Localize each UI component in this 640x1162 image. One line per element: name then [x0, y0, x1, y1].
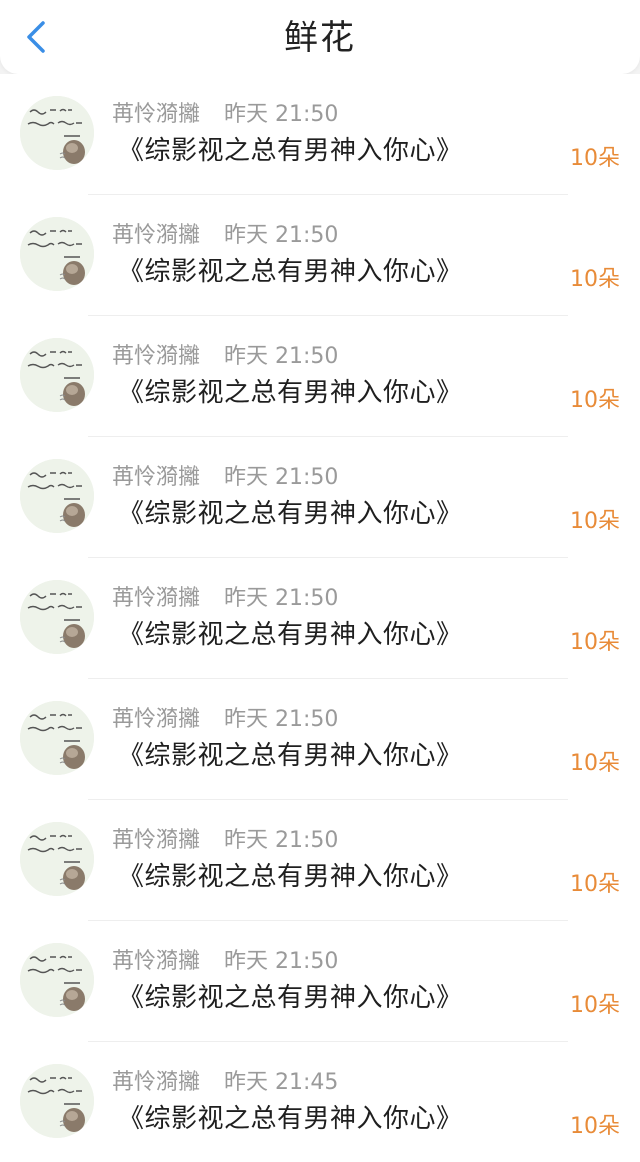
flower-count: 10朵 — [570, 388, 620, 413]
username: 苒怜漪攡 — [112, 828, 201, 853]
flower-record-list[interactable]: 苒怜漪攡 昨天 21:50 《综影视之总有男神入你心》 10朵 苒怜漪攡 昨天 … — [0, 74, 640, 1162]
top-bar: 鲜花 — [0, 0, 640, 74]
flower-count: 10朵 — [570, 267, 620, 292]
book-title[interactable]: 《综影视之总有男神入你心》 — [118, 493, 463, 530]
flower-count: 10朵 — [570, 630, 620, 655]
flower-count: 10朵 — [570, 993, 620, 1018]
avatar[interactable] — [20, 338, 94, 412]
timestamp: 昨天 21:50 — [224, 223, 339, 248]
timestamp: 昨天 21:50 — [224, 828, 339, 853]
book-title[interactable]: 《综影视之总有男神入你心》 — [118, 614, 463, 651]
avatar[interactable] — [20, 701, 94, 775]
list-item[interactable]: 苒怜漪攡 昨天 21:50 《综影视之总有男神入你心》 10朵 — [0, 679, 640, 800]
book-title[interactable]: 《综影视之总有男神入你心》 — [118, 977, 463, 1014]
flower-count: 10朵 — [570, 751, 620, 776]
flower-count: 10朵 — [570, 872, 620, 897]
avatar[interactable] — [20, 1064, 94, 1138]
timestamp: 昨天 21:50 — [224, 707, 339, 732]
list-item[interactable]: 苒怜漪攡 昨天 21:50 《综影视之总有男神入你心》 10朵 — [0, 558, 640, 679]
book-title[interactable]: 《综影视之总有男神入你心》 — [118, 372, 463, 409]
page-title: 鲜花 — [284, 18, 356, 58]
list-item[interactable]: 苒怜漪攡 昨天 21:50 《综影视之总有男神入你心》 10朵 — [0, 74, 640, 195]
timestamp: 昨天 21:50 — [224, 102, 339, 127]
book-title[interactable]: 《综影视之总有男神入你心》 — [118, 735, 463, 772]
flower-count: 10朵 — [570, 509, 620, 534]
username: 苒怜漪攡 — [112, 949, 201, 974]
flower-count: 10朵 — [570, 146, 620, 171]
timestamp: 昨天 21:50 — [224, 465, 339, 490]
username: 苒怜漪攡 — [112, 707, 201, 732]
timestamp: 昨天 21:50 — [224, 344, 339, 369]
username: 苒怜漪攡 — [112, 344, 201, 369]
book-title[interactable]: 《综影视之总有男神入你心》 — [118, 856, 463, 893]
timestamp: 昨天 21:50 — [224, 586, 339, 611]
username: 苒怜漪攡 — [112, 1070, 201, 1095]
flower-count: 10朵 — [570, 1114, 620, 1139]
username: 苒怜漪攡 — [112, 465, 201, 490]
list-item[interactable]: 苒怜漪攡 昨天 21:50 《综影视之总有男神入你心》 10朵 — [0, 316, 640, 437]
avatar[interactable] — [20, 459, 94, 533]
timestamp: 昨天 21:45 — [224, 1070, 339, 1095]
book-title[interactable]: 《综影视之总有男神入你心》 — [118, 1098, 463, 1135]
list-item[interactable]: 苒怜漪攡 昨天 21:50 《综影视之总有男神入你心》 10朵 — [0, 437, 640, 558]
avatar[interactable] — [20, 822, 94, 896]
timestamp: 昨天 21:50 — [224, 949, 339, 974]
book-title[interactable]: 《综影视之总有男神入你心》 — [118, 251, 463, 288]
avatar[interactable] — [20, 217, 94, 291]
username: 苒怜漪攡 — [112, 586, 201, 611]
list-item[interactable]: 苒怜漪攡 昨天 21:50 《综影视之总有男神入你心》 10朵 — [0, 800, 640, 921]
list-item[interactable]: 苒怜漪攡 昨天 21:50 《综影视之总有男神入你心》 10朵 — [0, 195, 640, 316]
username: 苒怜漪攡 — [112, 223, 201, 248]
book-title[interactable]: 《综影视之总有男神入你心》 — [118, 130, 463, 167]
avatar[interactable] — [20, 96, 94, 170]
avatar[interactable] — [20, 943, 94, 1017]
list-item[interactable]: 苒怜漪攡 昨天 21:50 《综影视之总有男神入你心》 10朵 — [0, 921, 640, 1042]
username: 苒怜漪攡 — [112, 102, 201, 127]
avatar[interactable] — [20, 580, 94, 654]
list-item[interactable]: 苒怜漪攡 昨天 21:45 《综影视之总有男神入你心》 10朵 — [0, 1042, 640, 1162]
